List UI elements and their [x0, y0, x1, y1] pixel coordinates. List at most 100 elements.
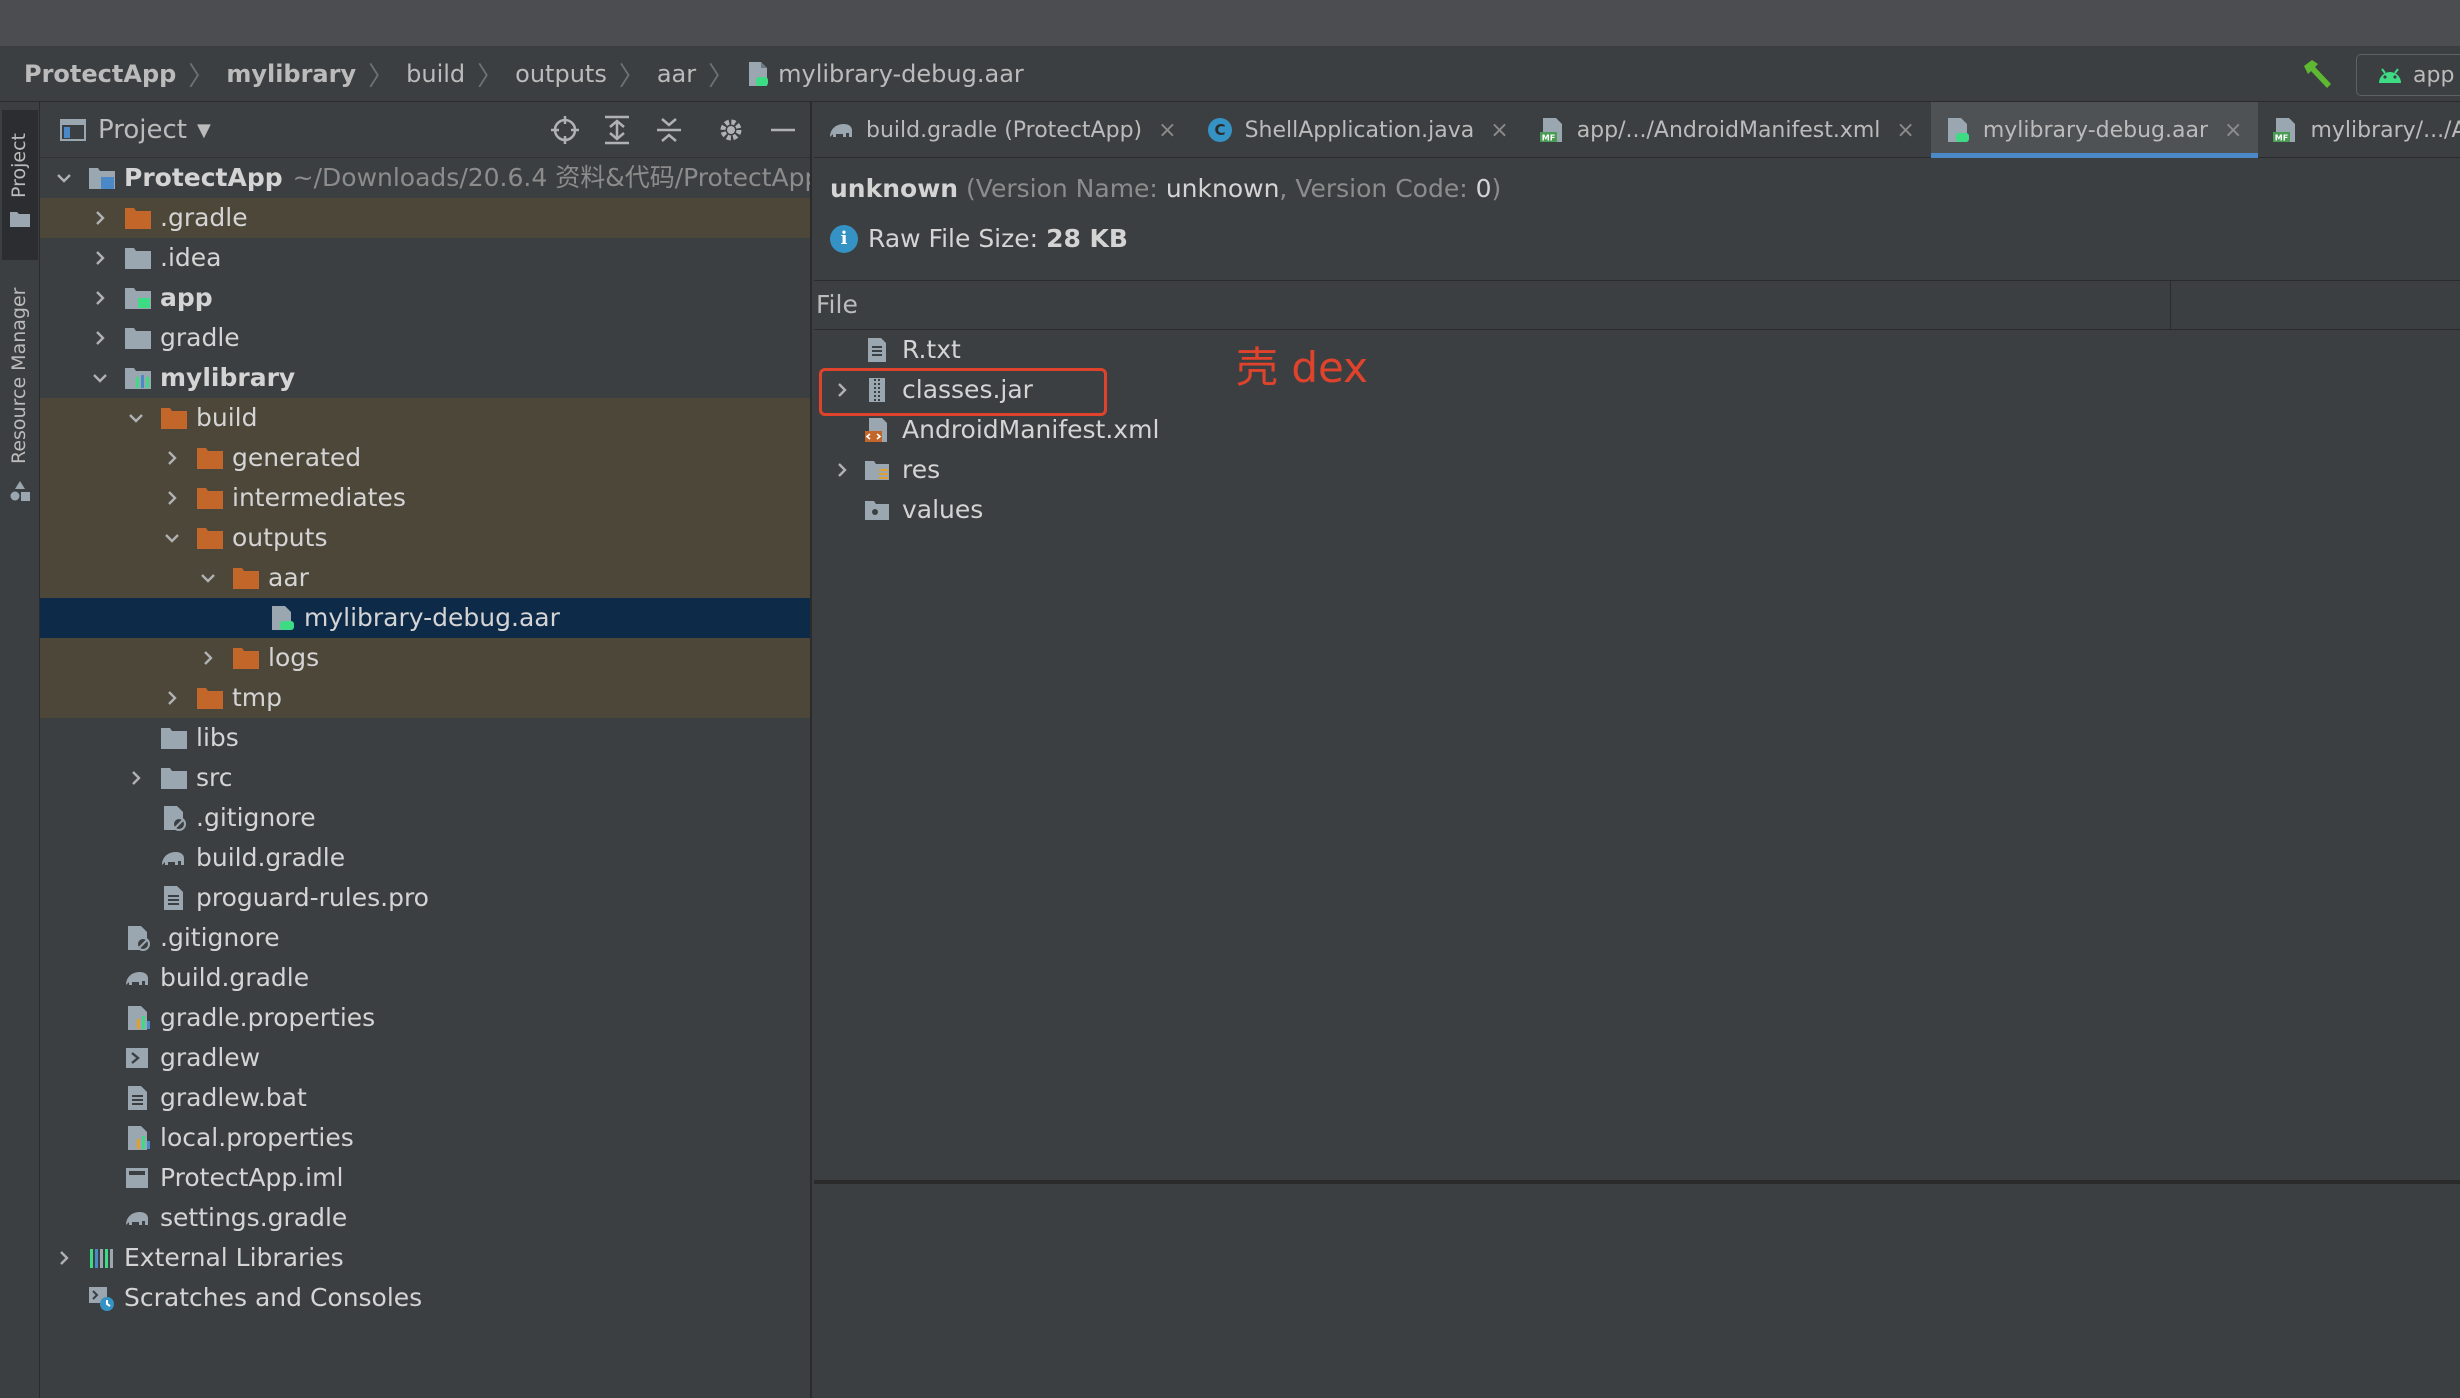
minimize-icon[interactable]	[766, 113, 800, 147]
tree-item[interactable]: .gitignore	[40, 798, 810, 838]
folder-icon	[125, 248, 151, 269]
folder-icon	[10, 212, 30, 227]
resource-manager-tool-tab[interactable]: Resource Manager	[2, 270, 38, 510]
module-file-icon	[126, 1168, 148, 1188]
file-row-androidmanifest-xml[interactable]: AndroidManifest.xml	[814, 410, 2460, 450]
expand-all-icon[interactable]	[600, 113, 634, 147]
close-icon[interactable]: ×	[1490, 118, 1508, 143]
tree-item[interactable]: gradlew.bat	[40, 1078, 810, 1118]
tree-item[interactable]: libs	[40, 718, 810, 758]
tree-item[interactable]: gradle	[40, 318, 810, 358]
chevron-right-icon[interactable]	[162, 488, 182, 508]
gear-icon[interactable]	[714, 113, 748, 147]
column-divider[interactable]	[2170, 281, 2171, 329]
tree-item[interactable]: aar	[40, 558, 810, 598]
tab-shellapplication-java[interactable]: C ShellApplication.java ×	[1193, 102, 1525, 158]
tree-item[interactable]: mylibrary	[40, 358, 810, 398]
tree-item[interactable]: tmp	[40, 678, 810, 718]
chevron-down-icon[interactable]	[90, 368, 110, 388]
folder-icon	[161, 768, 187, 789]
tab-app-androidmanifest[interactable]: MF app/.../AndroidManifest.xml ×	[1525, 102, 1931, 158]
tree-item[interactable]: local.properties	[40, 1118, 810, 1158]
svg-text:MF: MF	[1541, 134, 1554, 143]
window-title-bar	[0, 0, 2460, 46]
tree-item[interactable]: logs	[40, 638, 810, 678]
tree-item[interactable]: build.gradle	[40, 958, 810, 998]
close-icon[interactable]: ×	[1158, 118, 1176, 143]
properties-file-icon	[128, 1006, 150, 1030]
chevron-down-icon[interactable]	[126, 408, 146, 428]
breadcrumb-item-protectapp[interactable]: ProtectApp	[24, 60, 176, 88]
run-configuration-selector[interactable]: app	[2356, 54, 2460, 96]
tree-item-label: mylibrary-debug.aar	[304, 598, 560, 638]
chevron-right-icon[interactable]	[90, 288, 110, 308]
chevron-right-icon[interactable]	[126, 768, 146, 788]
tree-item-name: Scratches and Consoles	[124, 1283, 423, 1312]
chevron-right-icon[interactable]	[54, 1248, 74, 1268]
aar-file-list: R.txt classes.jar AndroidManifest.xml re…	[814, 330, 2460, 1182]
tree-item[interactable]: build	[40, 398, 810, 438]
tree-item[interactable]: .idea	[40, 238, 810, 278]
chevron-right-icon[interactable]	[162, 448, 182, 468]
tree-item-name: gradle.properties	[160, 1003, 376, 1032]
tree-item-name: build.gradle	[160, 963, 310, 992]
breadcrumb-item-aar-file[interactable]: mylibrary-debug.aar	[746, 60, 1024, 88]
chevron-right-icon[interactable]	[162, 688, 182, 708]
breadcrumb-item-aar[interactable]: aar	[657, 60, 696, 88]
tree-item[interactable]: src	[40, 758, 810, 798]
tree-item[interactable]: proguard-rules.pro	[40, 878, 810, 918]
tree-item[interactable]: Scratches and Consoles	[40, 1278, 810, 1318]
close-icon[interactable]: ×	[1896, 118, 1914, 143]
tree-item[interactable]: intermediates	[40, 478, 810, 518]
tab-mylibrary-androidmanifest[interactable]: MF mylibrary/.../AndroidMa	[2258, 102, 2460, 158]
locate-target-icon[interactable]	[548, 113, 582, 147]
tree-item-name: gradlew	[160, 1043, 261, 1072]
chevron-right-icon[interactable]	[90, 248, 110, 268]
file-column-header[interactable]: File	[816, 281, 858, 329]
file-row-values[interactable]: values	[814, 490, 2460, 530]
tree-item-label: proguard-rules.pro	[196, 878, 429, 918]
tab-mylibrary-debug-aar[interactable]: mylibrary-debug.aar ×	[1930, 102, 2259, 158]
tree-item[interactable]: build.gradle	[40, 838, 810, 878]
project-panel-header: Project ▼	[40, 102, 810, 158]
chevron-right-icon[interactable]	[90, 328, 110, 348]
project-view-selector[interactable]: Project ▼	[60, 102, 211, 158]
chevron-right-icon[interactable]	[832, 460, 852, 480]
breadcrumb-item-build[interactable]: build	[406, 60, 465, 88]
run-configuration-label: app	[2413, 62, 2455, 88]
build-hammer-icon[interactable]	[2300, 58, 2334, 90]
module-folder-icon	[125, 288, 151, 309]
tree-item[interactable]: gradlew	[40, 1038, 810, 1078]
tree-item-name: logs	[268, 643, 320, 672]
tree-item[interactable]: app	[40, 278, 810, 318]
chevron-down-icon[interactable]	[162, 528, 182, 548]
tree-item[interactable]: .gradle	[40, 198, 810, 238]
chevron-right-icon[interactable]	[198, 648, 218, 668]
library-module-icon	[125, 368, 151, 389]
tree-item[interactable]: ProtectApp ~/Downloads/20.6.4 资料&代码/Prote…	[40, 158, 810, 198]
tree-item[interactable]: settings.gradle	[40, 1198, 810, 1238]
chevron-down-icon[interactable]	[54, 168, 74, 188]
tree-item[interactable]: gradle.properties	[40, 998, 810, 1038]
breadcrumb-item-outputs[interactable]: outputs	[515, 60, 607, 88]
tree-item[interactable]: External Libraries	[40, 1238, 810, 1278]
tree-item[interactable]: ProtectApp.iml	[40, 1158, 810, 1198]
breadcrumb-item-mylibrary[interactable]: mylibrary	[226, 60, 356, 88]
gitignore-file-icon	[164, 806, 186, 831]
file-row-r-txt[interactable]: R.txt	[814, 330, 2460, 370]
file-row-res[interactable]: res	[814, 450, 2460, 490]
tree-item-name: mylibrary-debug.aar	[304, 603, 560, 632]
xml-file-icon	[865, 418, 887, 442]
tree-item[interactable]: .gitignore	[40, 918, 810, 958]
tab-build-gradle-protectapp[interactable]: build.gradle (ProtectApp) ×	[814, 102, 1193, 158]
collapse-all-icon[interactable]	[652, 113, 686, 147]
tree-item[interactable]: outputs	[40, 518, 810, 558]
project-tool-tab[interactable]: Project	[2, 110, 38, 260]
tree-item[interactable]: mylibrary-debug.aar	[40, 598, 810, 638]
chevron-right-icon[interactable]	[90, 208, 110, 228]
tree-item-label: build	[196, 398, 257, 438]
chevron-down-icon[interactable]	[198, 568, 218, 588]
tree-item[interactable]: generated	[40, 438, 810, 478]
tree-item-label: intermediates	[232, 478, 406, 518]
close-icon[interactable]: ×	[2224, 118, 2242, 143]
